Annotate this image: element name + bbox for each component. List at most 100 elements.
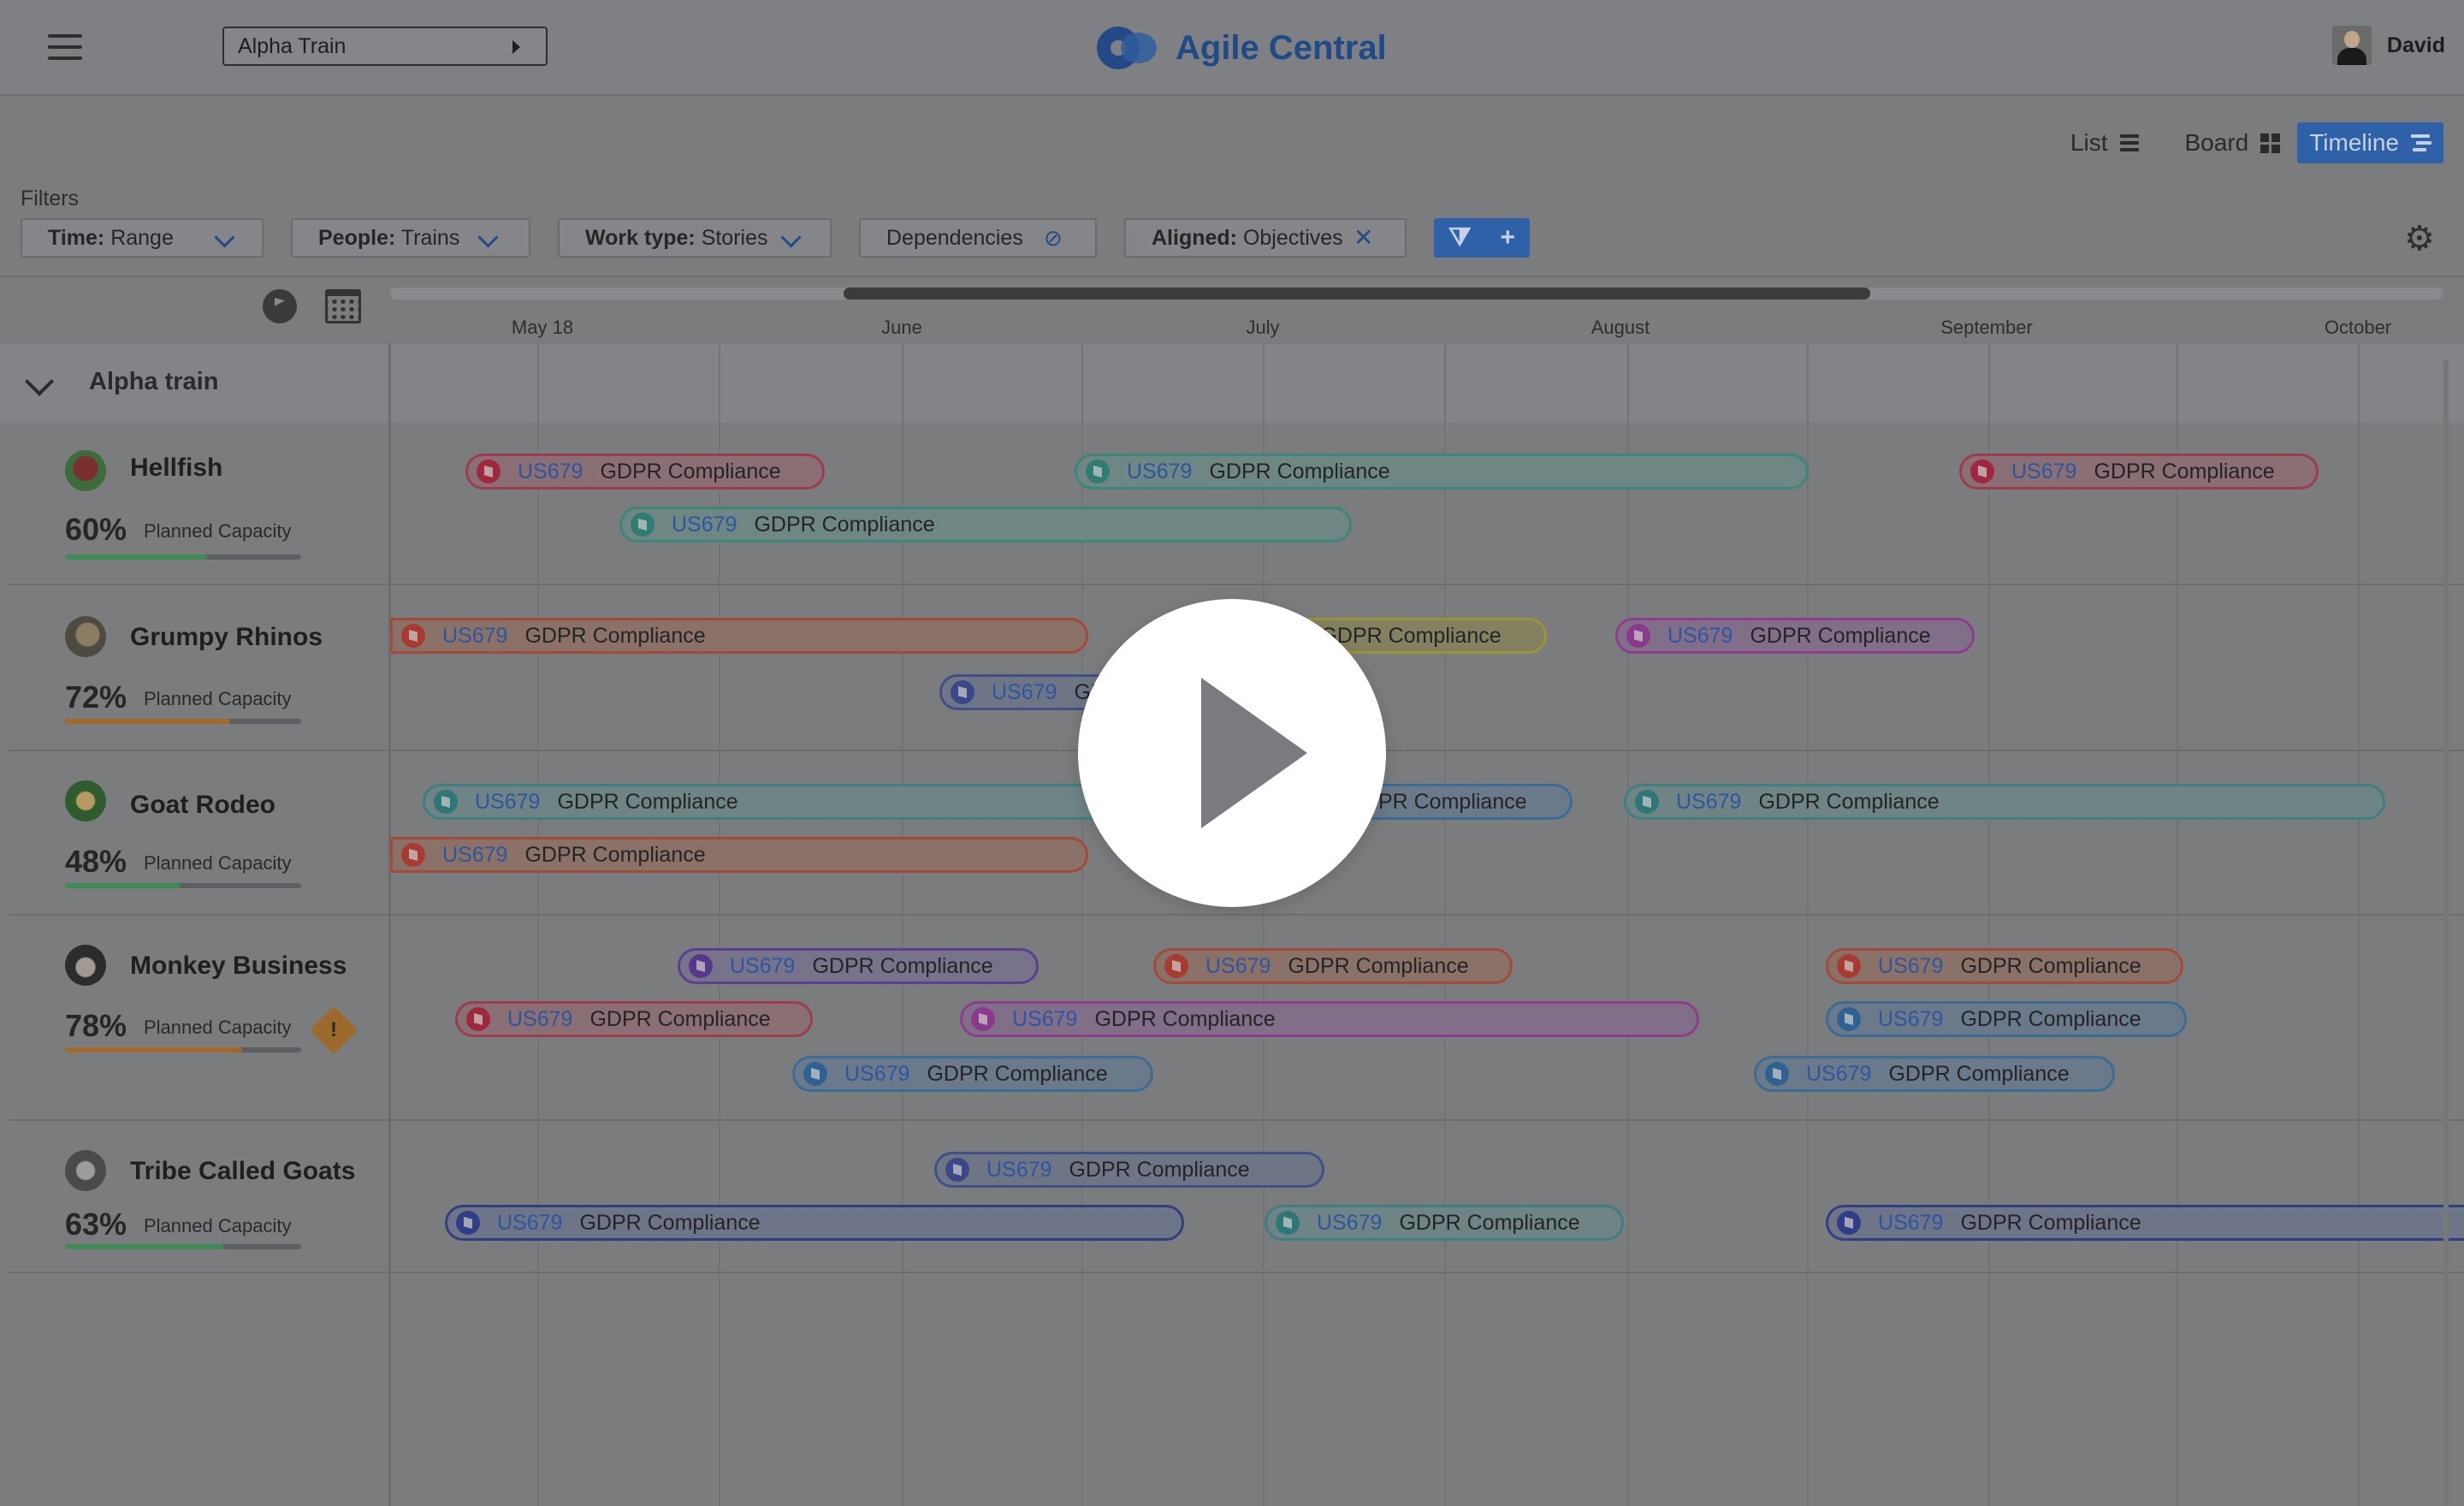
team-name[interactable]: Monkey Business <box>130 952 346 981</box>
grid-line <box>1444 342 1446 1506</box>
story-icon <box>971 1007 995 1031</box>
milestone-flag-icon[interactable] <box>263 289 297 323</box>
row-divider <box>9 1119 2464 1121</box>
story-bar[interactable]: US679 GDPR Compliance <box>1615 618 1975 654</box>
story-id: US679 <box>475 789 541 814</box>
story-icon <box>689 954 713 978</box>
user-name: David <box>2386 33 2445 57</box>
story-bar[interactable]: US679 GDPR Compliance <box>1826 1001 2187 1037</box>
filter-people-value: Trains <box>400 226 460 250</box>
timeline-header <box>0 276 2464 347</box>
filter-work-type-key: Work type: <box>585 226 696 250</box>
settings-gear-icon[interactable]: ⚙ <box>2404 220 2435 258</box>
vertical-scrollbar[interactable] <box>2443 359 2449 1506</box>
filter-time[interactable]: Time: Range <box>21 218 264 258</box>
capacity-label: Planned Capacity <box>144 520 292 542</box>
chevron-down-icon <box>214 227 235 248</box>
timeline-scroll-thumb[interactable] <box>844 288 1870 299</box>
grid-line <box>2177 342 2178 1506</box>
story-bar[interactable]: US679 GDPR Compliance <box>445 1205 1184 1241</box>
view-timeline-label: Timeline <box>2309 129 2399 156</box>
train-selector[interactable]: Alpha Train <box>222 27 548 66</box>
story-bar[interactable]: US679 GDPR Compliance <box>1826 948 2183 984</box>
story-icon <box>1837 954 1861 978</box>
filter-work-type-value: Stories <box>701 226 768 250</box>
add-filter-button[interactable]: ⧩ + <box>1434 218 1530 258</box>
close-icon[interactable]: ✕ <box>1353 220 1373 256</box>
plus-icon: + <box>1500 223 1516 252</box>
story-id: US679 <box>1878 1210 1944 1235</box>
story-id: US679 <box>442 842 508 867</box>
team-avatar <box>65 1150 106 1191</box>
team-name[interactable]: Goat Rodeo <box>130 791 275 820</box>
story-bar[interactable]: US679 GDPR Compliance <box>1754 1056 2115 1092</box>
story-bar[interactable]: US679 GDPR Compliance <box>390 618 1088 654</box>
story-bar[interactable]: US679 GDPR Compliance <box>678 948 1039 984</box>
filter-dependencies[interactable]: Dependencies ⊘ <box>859 218 1097 258</box>
story-bar[interactable]: US679 GDPR Compliance <box>1826 1205 2464 1241</box>
story-bar[interactable]: US679 GDPR Compliance <box>960 1001 1699 1037</box>
story-icon <box>945 1158 969 1182</box>
filter-time-value: Range <box>110 226 174 250</box>
story-bar[interactable]: US679 GDPR Compliance <box>1075 454 1809 489</box>
timeline-icon <box>2411 134 2431 151</box>
story-bar[interactable]: US679 GDPR Compliance <box>934 1152 1324 1188</box>
row-divider <box>9 584 2464 585</box>
story-bar[interactable]: US679 GDPR Compliance <box>455 1001 813 1037</box>
story-icon <box>803 1062 827 1086</box>
list-icon <box>2119 134 2141 151</box>
filter-aligned[interactable]: Aligned: Objectives ✕ <box>1124 218 1407 258</box>
story-name: GDPR Compliance <box>524 842 706 867</box>
month-label: June <box>881 317 922 338</box>
filter-work-type[interactable]: Work type: Stories <box>558 218 832 258</box>
story-icon <box>951 680 974 704</box>
story-bar[interactable]: US679 GDPR Compliance <box>423 784 1184 820</box>
story-id: US679 <box>730 953 796 978</box>
top-bar: Alpha Train Agile Central David <box>0 0 2464 96</box>
user-avatar <box>2331 26 2372 65</box>
story-name: GDPR Compliance <box>1288 953 1469 978</box>
view-board-button[interactable]: Board <box>2175 122 2291 163</box>
view-timeline-button[interactable]: Timeline <box>2297 122 2443 163</box>
capacity-label: Planned Capacity <box>144 852 292 874</box>
warning-icon[interactable]: ! <box>309 1005 358 1055</box>
filter-people[interactable]: People: Trains <box>291 218 530 258</box>
story-bar[interactable]: US679 GDPR Compliance <box>619 507 1352 543</box>
team-name[interactable]: Hellfish <box>130 454 222 483</box>
story-name: GDPR Compliance <box>1750 623 1931 648</box>
play-video-button[interactable] <box>1078 599 1386 907</box>
team-name[interactable]: Tribe Called Goats <box>130 1157 355 1186</box>
capacity-label: Planned Capacity <box>144 1215 292 1236</box>
filters-label: Filters <box>21 187 80 210</box>
story-name: GDPR Compliance <box>524 623 706 648</box>
story-name: GDPR Compliance <box>1960 953 2141 978</box>
story-name: GDPR Compliance <box>1209 459 1390 483</box>
story-name: GDPR Compliance <box>1320 623 1502 648</box>
team-name[interactable]: Grumpy Rhinos <box>130 623 323 652</box>
grid-line <box>1807 342 1809 1506</box>
capacity-bar <box>65 554 301 560</box>
story-name: GDPR Compliance <box>1399 1210 1580 1235</box>
story-bar[interactable]: US679 GDPR Compliance <box>792 1056 1153 1092</box>
team-column <box>0 342 391 1506</box>
capacity-bar-fill <box>65 719 231 724</box>
user-menu[interactable]: David <box>2331 26 2445 65</box>
filter-aligned-value: Objectives <box>1242 226 1343 250</box>
calendar-icon[interactable] <box>325 289 361 323</box>
story-bar[interactable]: US679 GDPR Compliance <box>1265 1205 1624 1241</box>
story-bar[interactable]: US679 GDPR Compliance <box>1153 948 1513 984</box>
story-icon <box>1970 460 1994 483</box>
story-bar[interactable]: US679 GDPR Compliance <box>1959 454 2319 489</box>
grid-line <box>537 342 539 1506</box>
view-board-label: Board <box>2184 129 2249 156</box>
story-bar[interactable]: US679 GDPR Compliance <box>465 454 825 489</box>
month-label: July <box>1246 317 1280 338</box>
view-list-button[interactable]: List <box>2060 122 2151 163</box>
story-name: GDPR Compliance <box>1888 1061 2070 1086</box>
story-id: US679 <box>992 679 1057 704</box>
hamburger-menu-icon[interactable] <box>48 34 82 60</box>
month-label: October <box>2324 317 2392 338</box>
story-id: US679 <box>844 1061 910 1086</box>
story-bar[interactable]: US679 GDPR Compliance <box>390 837 1088 873</box>
story-bar[interactable]: US679 GDPR Compliance <box>1624 784 2385 820</box>
